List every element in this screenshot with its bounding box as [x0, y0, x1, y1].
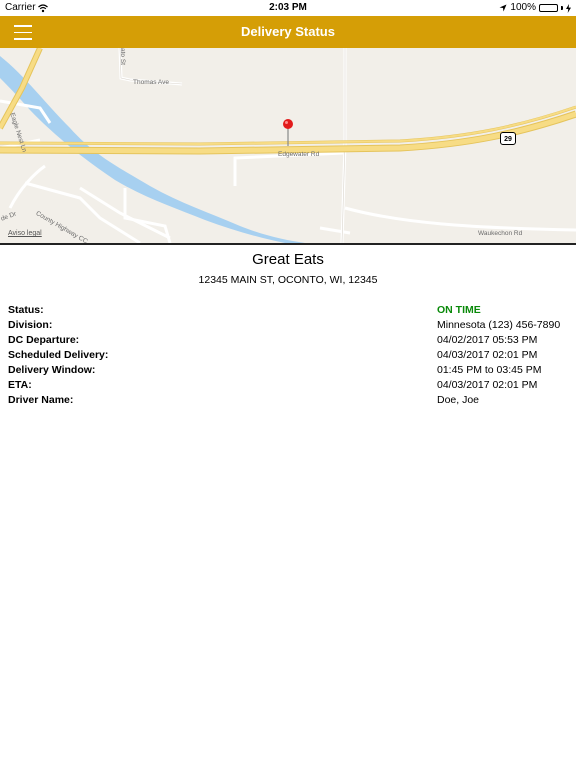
driver-name-value: Doe, Joe [437, 394, 480, 406]
street-label-waukechon: Waukechon Rd [478, 230, 523, 237]
dc-departure-label: DC Departure: [8, 334, 80, 346]
eta-value: 04/03/2017 02:01 PM [437, 379, 538, 391]
clock: 2:03 PM [269, 2, 307, 13]
detail-row-status: Status: ON TIME [0, 303, 576, 318]
street-label-edgewater: Edgewater Rd [278, 151, 320, 158]
map-pin-icon[interactable] [281, 118, 295, 148]
navigation-bar: Delivery Status [0, 16, 576, 48]
charging-bolt-icon [566, 3, 571, 13]
store-address: 12345 MAIN ST, OCONTO, WI, 12345 [198, 274, 378, 286]
detail-row-scheduled-delivery: Scheduled Delivery: 04/03/2017 02:01 PM [0, 348, 576, 363]
battery-icon [539, 4, 558, 12]
scheduled-delivery-value: 04/03/2017 02:01 PM [437, 349, 538, 361]
street-label-top: ato St [119, 48, 126, 65]
detail-row-driver-name: Driver Name: Doe, Joe [0, 393, 576, 408]
store-name: Great Eats [252, 251, 324, 268]
delivery-info: Great Eats 12345 MAIN ST, OCONTO, WI, 12… [0, 245, 576, 408]
battery-tip [561, 6, 563, 10]
street-label-thomas: Thomas Ave [133, 79, 170, 86]
location-arrow-icon [499, 4, 507, 12]
division-value: Minnesota (123) 456-7890 [437, 319, 561, 331]
division-label: Division: [8, 319, 53, 331]
detail-row-eta: ETA: 04/03/2017 02:01 PM [0, 378, 576, 393]
page-title: Delivery Status [241, 24, 335, 39]
delivery-window-label: Delivery Window: [8, 364, 96, 376]
driver-name-label: Driver Name: [8, 394, 74, 406]
status-right: 100% [499, 0, 571, 16]
battery-percent: 100% [510, 2, 536, 13]
status-value: ON TIME [437, 304, 481, 316]
dc-departure-value: 04/02/2017 05:53 PM [437, 334, 538, 346]
details-list: Status: ON TIME Division: Minnesota (123… [0, 303, 576, 408]
status-label: Status: [8, 304, 44, 316]
detail-row-division: Division: Minnesota (123) 456-7890 [0, 318, 576, 333]
map-view[interactable]: Thomas Ave Edgewater Rd Waukechon Rd Cou… [0, 48, 576, 245]
detail-row-delivery-window: Delivery Window: 01:45 PM to 03:45 PM [0, 363, 576, 378]
detail-row-dc-departure: DC Departure: 04/02/2017 05:53 PM [0, 333, 576, 348]
legal-link[interactable]: Aviso legal [8, 230, 42, 237]
delivery-window-value: 01:45 PM to 03:45 PM [437, 364, 542, 376]
eta-label: ETA: [8, 379, 32, 391]
scheduled-delivery-label: Scheduled Delivery: [8, 349, 109, 361]
status-bar: Carrier 2:03 PM 100% [0, 0, 576, 16]
route-29-shield: 29 [500, 132, 516, 145]
